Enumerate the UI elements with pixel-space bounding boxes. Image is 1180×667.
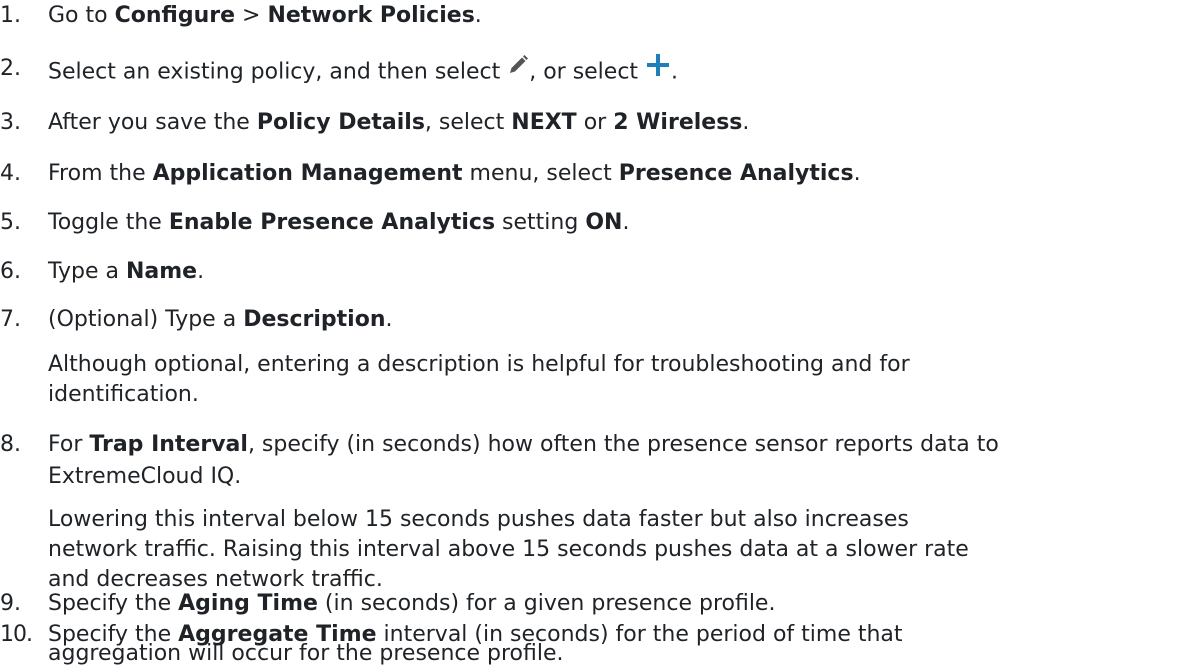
step-text: For Trap Interval, specify (in seconds) … bbox=[48, 432, 999, 458]
ui-term-trap-interval: Trap Interval bbox=[89, 432, 248, 457]
note-line: Although optional, entering a descriptio… bbox=[48, 352, 910, 377]
step-number: 2. bbox=[0, 56, 21, 81]
pencil-icon bbox=[507, 54, 529, 83]
step-text: Type a Name. bbox=[48, 259, 204, 285]
step-text: Go to Configure > Network Policies. bbox=[48, 3, 482, 29]
ui-term-network-policies: Network Policies bbox=[267, 3, 475, 28]
text: . bbox=[197, 259, 205, 284]
ui-term-application-management: Application Management bbox=[152, 161, 463, 186]
text: Specify the bbox=[48, 591, 179, 616]
text: Go to bbox=[48, 3, 115, 28]
text: (in seconds) for a given presence profil… bbox=[317, 591, 776, 616]
step-number: 5. bbox=[0, 210, 21, 235]
step-7-note: Although optional, entering a descriptio… bbox=[48, 350, 1158, 410]
step-text: (Optional) Type a Description. bbox=[48, 307, 392, 333]
step-10-line-2: aggregation will occur for the presence … bbox=[48, 641, 564, 666]
text: For bbox=[48, 432, 90, 457]
text: . bbox=[474, 3, 482, 28]
step-10-continuation: aggregation will occur for the presence … bbox=[48, 642, 1158, 666]
ui-term-next: NEXT bbox=[511, 110, 577, 135]
step-number: 3. bbox=[0, 110, 21, 135]
text: . bbox=[853, 161, 861, 186]
step-6: 6. Type a Name. bbox=[0, 259, 1180, 289]
step-number: 7. bbox=[0, 307, 21, 332]
text: Toggle the bbox=[48, 210, 169, 235]
ui-term-policy-details: Policy Details bbox=[256, 110, 425, 135]
ui-term-configure: Configure bbox=[114, 3, 236, 28]
ui-term-enable-presence-analytics: Enable Presence Analytics bbox=[168, 210, 496, 235]
step-text: After you save the Policy Details, selec… bbox=[48, 110, 749, 136]
step-2: 2. Select an existing policy, and then s… bbox=[0, 54, 1180, 89]
step-8: 8. For Trap Interval, specify (in second… bbox=[0, 432, 1180, 462]
text: > bbox=[235, 3, 268, 28]
ui-term-on: ON bbox=[585, 210, 623, 235]
step-5: 5. Toggle the Enable Presence Analytics … bbox=[0, 210, 1180, 240]
step-7: 7. (Optional) Type a Description. bbox=[0, 307, 1180, 337]
text: Type a bbox=[48, 259, 126, 284]
step-text: Select an existing policy, and then sele… bbox=[48, 54, 679, 89]
step-number: 1. bbox=[0, 3, 21, 28]
plus-icon bbox=[645, 52, 671, 85]
text: , or select bbox=[529, 59, 646, 85]
step-number: 6. bbox=[0, 259, 21, 284]
text: . bbox=[671, 59, 679, 85]
step-number: 8. bbox=[0, 432, 21, 457]
text: , specify (in seconds) how often the pre… bbox=[247, 432, 999, 457]
text: , select bbox=[424, 110, 512, 135]
step-1: 1. Go to Configure > Network Policies. bbox=[0, 3, 1180, 33]
note-line: network traffic. Raising this interval a… bbox=[48, 537, 969, 562]
note-line: identification. bbox=[48, 382, 199, 407]
text: Select an existing policy, and then sele… bbox=[48, 59, 508, 85]
text: or bbox=[576, 110, 614, 135]
text: . bbox=[385, 307, 393, 332]
text: menu, select bbox=[462, 161, 619, 186]
step-8-line-2: ExtremeCloud IQ. bbox=[48, 464, 242, 489]
step-number: 10. bbox=[0, 622, 33, 647]
ui-term-name: Name bbox=[126, 259, 198, 284]
step-8-note: Lowering this interval below 15 seconds … bbox=[48, 505, 1158, 595]
text: After you save the bbox=[48, 110, 257, 135]
ui-term-aging-time: Aging Time bbox=[178, 591, 318, 616]
step-text: Specify the Aging Time (in seconds) for … bbox=[48, 591, 775, 617]
step-3: 3. After you save the Policy Details, se… bbox=[0, 110, 1180, 140]
ui-term-description: Description bbox=[243, 307, 386, 332]
text: . bbox=[742, 110, 750, 135]
step-text: Toggle the Enable Presence Analytics set… bbox=[48, 210, 629, 236]
step-number: 9. bbox=[0, 591, 21, 616]
text: setting bbox=[495, 210, 586, 235]
note-line: Lowering this interval below 15 seconds … bbox=[48, 507, 909, 532]
text: . bbox=[622, 210, 630, 235]
procedure-document: 1. Go to Configure > Network Policies. 2… bbox=[0, 0, 1180, 667]
step-4: 4. From the Application Management menu,… bbox=[0, 161, 1180, 191]
text: From the bbox=[48, 161, 153, 186]
step-number: 4. bbox=[0, 161, 21, 186]
ui-term-presence-analytics: Presence Analytics bbox=[618, 161, 854, 186]
text: (Optional) Type a bbox=[48, 307, 244, 332]
ui-term-2-wireless: 2 Wireless bbox=[613, 110, 743, 135]
step-text: From the Application Management menu, se… bbox=[48, 161, 861, 187]
step-8-continuation: ExtremeCloud IQ. bbox=[48, 462, 1158, 492]
step-9: 9. Specify the Aging Time (in seconds) f… bbox=[0, 591, 1180, 621]
